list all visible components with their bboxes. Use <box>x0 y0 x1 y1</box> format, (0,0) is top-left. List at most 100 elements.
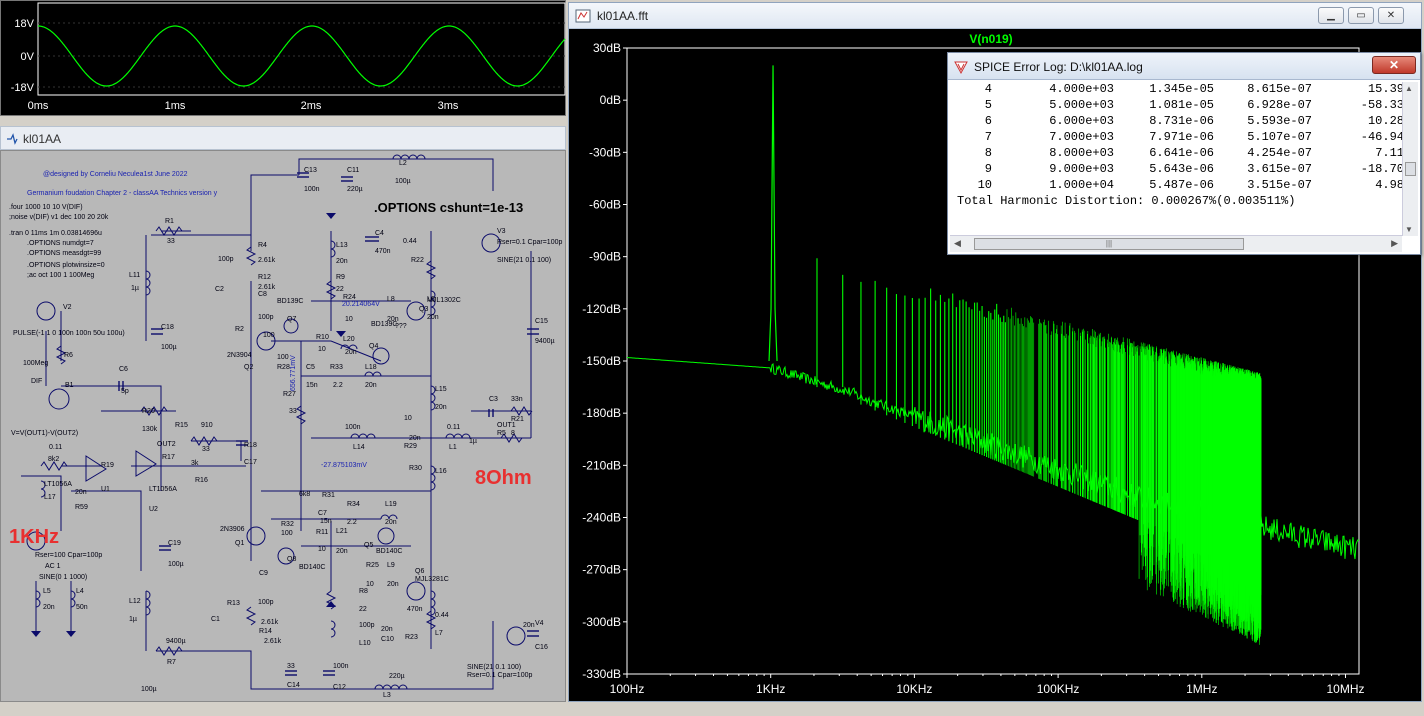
wave-ylabel: -18V <box>11 82 35 94</box>
log-cell: 4.98 <box>1375 178 1402 192</box>
component-label: L18 <box>365 364 377 371</box>
component-label: BD139C <box>277 298 303 305</box>
component-label: LT1056A <box>44 481 72 488</box>
log-cell: 7.971e-06 <box>1149 130 1214 144</box>
component-label: 20n <box>387 581 399 588</box>
component-label: 130k <box>142 426 158 433</box>
log-cell: 5.487e-06 <box>1149 178 1214 192</box>
fft-window-title: kl01AA.fft <box>597 9 649 23</box>
component-label: R33 <box>330 364 343 371</box>
component-label: 470n <box>407 606 423 613</box>
component-label: 1µ <box>129 616 137 623</box>
log-horizontal-scrollbar[interactable]: ◀ ||| ▶ <box>950 235 1402 252</box>
schematic-canvas[interactable]: @designed by Corneliu Neculea1st June 20… <box>0 150 566 702</box>
component-label: R13 <box>227 600 240 607</box>
component-label: 20n <box>409 435 421 442</box>
scroll-right-icon[interactable]: ▶ <box>1391 238 1398 249</box>
component-label: C17 <box>244 459 257 466</box>
schematic-titlebar[interactable]: kl01AA <box>0 126 566 150</box>
scroll-down-icon[interactable]: ▼ <box>1405 225 1413 234</box>
source-param: AC 1 <box>45 563 61 570</box>
log-cell: 1.345e-05 <box>1149 82 1214 96</box>
log-cell: 8.731e-06 <box>1149 114 1214 128</box>
scroll-up-icon[interactable]: ▲ <box>1405 84 1413 93</box>
component-label: 100p <box>218 256 234 263</box>
log-vertical-scrollbar[interactable]: ▲ ▼ <box>1402 82 1418 236</box>
component-label: V3 <box>497 228 506 235</box>
component-label: L14 <box>353 444 365 451</box>
component-label: BD140C <box>299 564 325 571</box>
log-cell: 8.000e+03 <box>1049 146 1114 160</box>
schematic-drawing: @designed by Corneliu Neculea1st June 20… <box>9 154 562 699</box>
component-label: L17 <box>44 494 56 501</box>
scroll-left-icon[interactable]: ◀ <box>954 238 961 249</box>
x-tick-label: 10KHz <box>896 682 932 696</box>
minimize-button[interactable]: ▁ <box>1318 7 1344 24</box>
component-label: C4 <box>375 230 384 237</box>
y-tick-label: -210dB <box>582 458 621 472</box>
component-label: 470n <box>375 248 391 255</box>
frequency-label: 1KHz <box>9 526 59 548</box>
spice-directive: .four 1000 10 10 V(DIF) <box>9 204 83 211</box>
component-label: C2 <box>215 286 224 293</box>
component-label: Q7 <box>287 316 296 323</box>
component-label: L8 <box>387 296 395 303</box>
component-label: C18 <box>161 324 174 331</box>
y-tick-label: -330dB <box>582 667 621 681</box>
component-label: 100 <box>263 332 275 339</box>
log-cell: -18.70 <box>1360 162 1402 176</box>
maximize-button[interactable]: ▭ <box>1348 7 1374 24</box>
component-label: ??? <box>395 323 407 330</box>
load-label: 8Ohm <box>475 467 532 489</box>
component-label: R12 <box>258 274 271 281</box>
component-label: R34 <box>347 501 360 508</box>
component-label: Q4 <box>369 343 378 350</box>
component-label: 100n <box>333 663 349 670</box>
component-label: OUT1 <box>497 422 516 429</box>
x-tick-label: 1MHz <box>1186 682 1217 696</box>
component-label: L12 <box>129 598 141 605</box>
component-label: 2.61k <box>261 619 279 626</box>
component-label: 20n <box>385 519 397 526</box>
component-label: L11 <box>129 272 140 279</box>
component-label: U1 <box>101 486 110 493</box>
component-label: 0.44 <box>435 612 449 619</box>
component-label: R25 <box>366 562 379 569</box>
y-tick-label: -30dB <box>589 145 621 159</box>
log-close-button[interactable]: ✕ <box>1372 56 1416 74</box>
y-tick-label: -270dB <box>582 563 621 577</box>
component-label: C5 <box>306 364 315 371</box>
component-label: Q3 <box>419 306 428 313</box>
waveform-pane[interactable]: 18V 0V -18V 0ms 1ms 2ms 3ms <box>0 0 566 116</box>
component-label: 20n <box>381 626 393 633</box>
fft-titlebar[interactable]: kl01AA.fft ▁ ▭ ✕ <box>569 3 1421 29</box>
log-cell: 4.000e+03 <box>1049 82 1114 96</box>
log-cell: 1.000e+04 <box>1049 178 1114 192</box>
log-cell: 5 <box>984 98 992 112</box>
component-label: L19 <box>385 501 397 508</box>
schematic-title: kl01AA <box>23 132 62 146</box>
component-label: 15n <box>320 518 332 525</box>
log-titlebar[interactable]: SPICE Error Log: D:\kl01AA.log ✕ <box>948 53 1420 80</box>
component-label: R28 <box>277 364 290 371</box>
close-button[interactable]: ✕ <box>1378 7 1404 24</box>
component-label: 100µ <box>161 344 177 351</box>
y-tick-label: -300dB <box>582 615 621 629</box>
log-content[interactable]: 4 4.000e+03 1.345e-05 8.615e-07 15.39 5 5.000e… <box>950 82 1402 235</box>
log-cell: 3.615e-07 <box>1247 162 1312 176</box>
component-label: 910 <box>201 422 213 429</box>
log-cell: 3.515e-07 <box>1247 178 1312 192</box>
log-hscroll-thumb[interactable]: ||| <box>974 238 1244 250</box>
component-label: C6 <box>119 366 128 373</box>
component-label: 5p <box>121 388 129 395</box>
component-label: 220µ <box>389 673 405 680</box>
log-cell: 6.928e-07 <box>1247 98 1312 112</box>
log-vscroll-thumb[interactable] <box>1405 162 1416 176</box>
component-label: R7 <box>167 659 176 666</box>
wave-xlabel: 2ms <box>301 100 322 112</box>
component-label: 10 <box>318 546 326 553</box>
component-label: R22 <box>411 257 424 264</box>
component-label: L16 <box>435 468 447 475</box>
spice-error-log-window[interactable]: SPICE Error Log: D:\kl01AA.log ✕ 4 4.000e… <box>947 52 1421 255</box>
component-label: 100µ <box>395 178 411 185</box>
